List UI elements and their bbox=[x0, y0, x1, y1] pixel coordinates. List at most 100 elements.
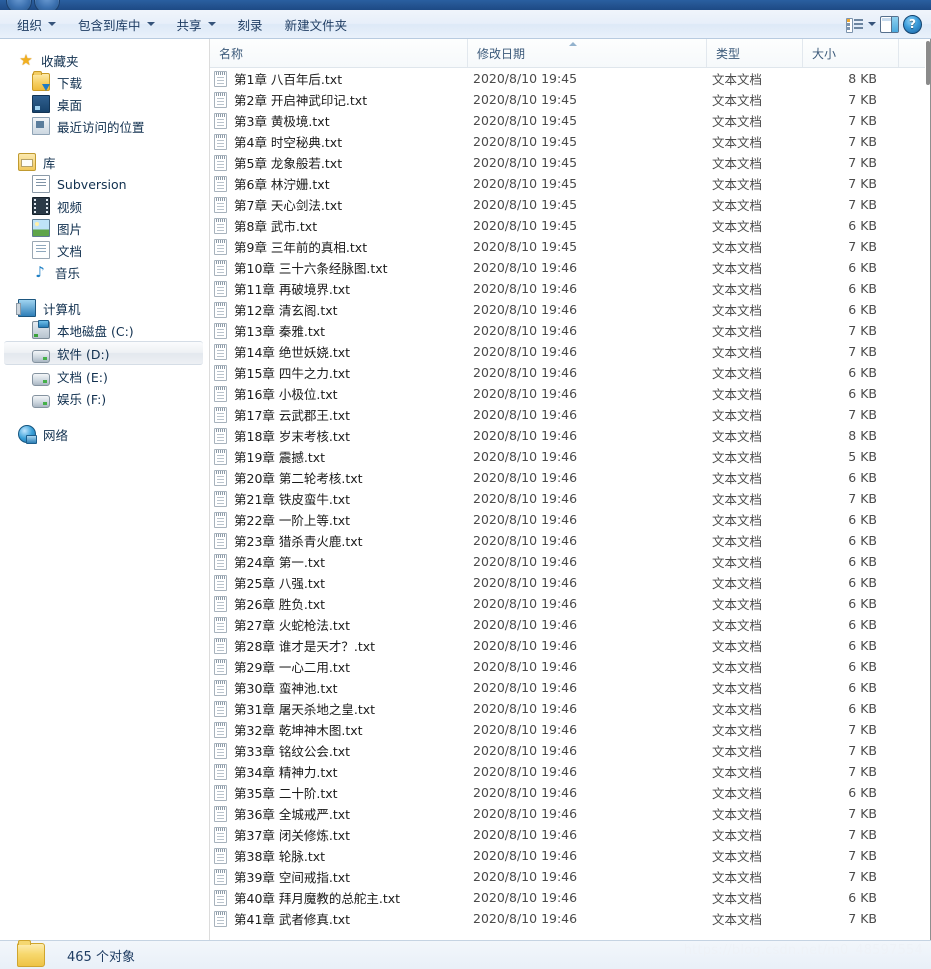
table-row[interactable]: 第16章 小极位.txt 2020/8/10 19:46 文本文档 6 KB bbox=[210, 383, 931, 404]
file-name-label: 第41章 武者修真.txt bbox=[234, 912, 351, 927]
video-icon bbox=[32, 197, 50, 215]
table-row[interactable]: 第23章 猎杀青火鹿.txt 2020/8/10 19:46 文本文档 6 KB bbox=[210, 530, 931, 551]
column-header-size[interactable]: 大小 bbox=[803, 39, 899, 67]
sidebar-item-desktop[interactable]: 桌面 bbox=[0, 93, 209, 115]
table-row[interactable]: 第1章 八百年后.txt 2020/8/10 19:45 文本文档 8 KB bbox=[210, 68, 931, 89]
sidebar-item-favorites[interactable]: ★ 收藏夹 bbox=[0, 49, 209, 71]
file-list[interactable]: 第1章 八百年后.txt 2020/8/10 19:45 文本文档 8 KB 第2章 开… bbox=[210, 68, 931, 940]
file-type-cell: 文本文档 bbox=[712, 576, 763, 591]
sidebar-item-drive-f[interactable]: 娱乐 (F:) bbox=[0, 387, 209, 409]
table-row[interactable]: 第20章 第二轮考核.txt 2020/8/10 19:46 文本文档 6 KB bbox=[210, 467, 931, 488]
table-row[interactable]: 第5章 龙象般若.txt 2020/8/10 19:45 文本文档 7 KB bbox=[210, 152, 931, 173]
file-size-cell: 7 KB bbox=[848, 764, 877, 779]
file-date-cell: 2020/8/10 19:46 bbox=[473, 470, 578, 485]
sidebar-item-videos[interactable]: 视频 bbox=[0, 195, 209, 217]
table-row[interactable]: 第29章 一心二用.txt 2020/8/10 19:46 文本文档 6 KB bbox=[210, 656, 931, 677]
column-header-date-modified[interactable]: 修改日期 bbox=[468, 39, 707, 67]
table-row[interactable]: 第38章 轮脉.txt 2020/8/10 19:46 文本文档 7 KB bbox=[210, 845, 931, 866]
table-row[interactable]: 第22章 一阶上等.txt 2020/8/10 19:46 文本文档 6 KB bbox=[210, 509, 931, 530]
file-name-cell: 第40章 拜月魔教的总舵主.txt bbox=[210, 888, 468, 907]
file-size-cell: 7 KB bbox=[848, 827, 877, 842]
text-file-icon bbox=[214, 196, 227, 213]
sidebar-item-pictures[interactable]: 图片 bbox=[0, 217, 209, 239]
table-row[interactable]: 第27章 火蛇枪法.txt 2020/8/10 19:46 文本文档 6 KB bbox=[210, 614, 931, 635]
table-row[interactable]: 第7章 天心剑法.txt 2020/8/10 19:45 文本文档 7 KB bbox=[210, 194, 931, 215]
table-row[interactable]: 第4章 时空秘典.txt 2020/8/10 19:45 文本文档 7 KB bbox=[210, 131, 931, 152]
navigation-pane[interactable]: ★ 收藏夹 下载 桌面 最近访问的位置 库 Subversion 视频 图片 文… bbox=[0, 39, 210, 940]
table-row[interactable]: 第40章 拜月魔教的总舵主.txt 2020/8/10 19:46 文本文档 6 KB bbox=[210, 887, 931, 908]
table-row[interactable]: 第39章 空间戒指.txt 2020/8/10 19:46 文本文档 7 KB bbox=[210, 866, 931, 887]
table-row[interactable]: 第18章 岁末考核.txt 2020/8/10 19:46 文本文档 8 KB bbox=[210, 425, 931, 446]
toolbar-button-include-in-library[interactable]: 包含到库中 bbox=[68, 13, 165, 36]
toolbar-button-burn[interactable]: 刻录 bbox=[228, 13, 273, 36]
text-file-icon bbox=[214, 889, 227, 906]
table-row[interactable]: 第19章 震撼.txt 2020/8/10 19:46 文本文档 5 KB bbox=[210, 446, 931, 467]
sidebar-item-libraries[interactable]: 库 bbox=[0, 151, 209, 173]
table-row[interactable]: 第21章 铁皮蛮牛.txt 2020/8/10 19:46 文本文档 7 KB bbox=[210, 488, 931, 509]
table-row[interactable]: 第17章 云武郡王.txt 2020/8/10 19:46 文本文档 7 KB bbox=[210, 404, 931, 425]
table-row[interactable]: 第14章 绝世妖娆.txt 2020/8/10 19:46 文本文档 7 KB bbox=[210, 341, 931, 362]
file-date-cell: 2020/8/10 19:45 bbox=[473, 176, 578, 191]
sidebar-item-documents[interactable]: 文档 bbox=[0, 239, 209, 261]
sidebar-item-drive-c[interactable]: 本地磁盘 (C:) bbox=[0, 319, 209, 341]
text-file-icon bbox=[214, 238, 227, 255]
chevron-down-icon[interactable] bbox=[868, 22, 876, 26]
table-row[interactable]: 第12章 清玄阁.txt 2020/8/10 19:46 文本文档 6 KB bbox=[210, 299, 931, 320]
file-date-cell: 2020/8/10 19:45 bbox=[473, 113, 578, 128]
file-name-label: 第4章 时空秘典.txt bbox=[234, 135, 343, 150]
table-row[interactable]: 第10章 三十六条经脉图.txt 2020/8/10 19:46 文本文档 6 KB bbox=[210, 257, 931, 278]
sidebar-item-music[interactable]: ♪ 音乐 bbox=[0, 261, 209, 283]
table-row[interactable]: 第9章 三年前的真相.txt 2020/8/10 19:45 文本文档 7 KB bbox=[210, 236, 931, 257]
file-type-cell: 文本文档 bbox=[712, 702, 763, 717]
file-date-cell: 2020/8/10 19:46 bbox=[473, 890, 578, 905]
sidebar-item-computer[interactable]: 计算机 bbox=[0, 297, 209, 319]
table-row[interactable]: 第24章 第一.txt 2020/8/10 19:46 文本文档 6 KB bbox=[210, 551, 931, 572]
file-name-label: 第38章 轮脉.txt bbox=[234, 849, 326, 864]
file-name-cell: 第25章 八强.txt bbox=[210, 573, 468, 592]
table-row[interactable]: 第15章 四牛之力.txt 2020/8/10 19:46 文本文档 6 KB bbox=[210, 362, 931, 383]
table-row[interactable]: 第37章 闭关修炼.txt 2020/8/10 19:46 文本文档 7 KB bbox=[210, 824, 931, 845]
table-row[interactable]: 第3章 黄极境.txt 2020/8/10 19:45 文本文档 7 KB bbox=[210, 110, 931, 131]
file-type-cell: 文本文档 bbox=[712, 618, 763, 633]
file-name-cell: 第14章 绝世妖娆.txt bbox=[210, 342, 468, 361]
table-row[interactable]: 第8章 武市.txt 2020/8/10 19:45 文本文档 6 KB bbox=[210, 215, 931, 236]
table-row[interactable]: 第31章 屠天杀地之皇.txt 2020/8/10 19:46 文本文档 6 KB bbox=[210, 698, 931, 719]
table-row[interactable]: 第34章 精神力.txt 2020/8/10 19:46 文本文档 7 KB bbox=[210, 761, 931, 782]
file-date-cell: 2020/8/10 19:46 bbox=[473, 701, 578, 716]
table-row[interactable]: 第25章 八强.txt 2020/8/10 19:46 文本文档 6 KB bbox=[210, 572, 931, 593]
sidebar-label-pictures: 图片 bbox=[57, 221, 83, 237]
toolbar-button-organize[interactable]: 组织 bbox=[7, 13, 66, 36]
table-row[interactable]: 第30章 蛮神池.txt 2020/8/10 19:46 文本文档 6 KB bbox=[210, 677, 931, 698]
forward-button[interactable] bbox=[34, 0, 60, 10]
sidebar-item-drive-d[interactable]: 软件 (D:) bbox=[4, 341, 203, 365]
column-header-type[interactable]: 类型 bbox=[707, 39, 803, 67]
file-name-label: 第22章 一阶上等.txt bbox=[234, 513, 351, 528]
file-size-cell: 7 KB bbox=[848, 239, 877, 254]
table-row[interactable]: 第41章 武者修真.txt 2020/8/10 19:46 文本文档 7 KB bbox=[210, 908, 931, 929]
table-row[interactable]: 第2章 开启神武印记.txt 2020/8/10 19:45 文本文档 7 KB bbox=[210, 89, 931, 110]
table-row[interactable]: 第6章 林泞姗.txt 2020/8/10 19:45 文本文档 7 KB bbox=[210, 173, 931, 194]
column-header-name[interactable]: 名称 bbox=[210, 39, 468, 67]
sidebar-item-downloads[interactable]: 下载 bbox=[0, 71, 209, 93]
table-row[interactable]: 第11章 再破境界.txt 2020/8/10 19:46 文本文档 6 KB bbox=[210, 278, 931, 299]
help-icon[interactable]: ? bbox=[903, 14, 922, 34]
sidebar-item-drive-e[interactable]: 文档 (E:) bbox=[0, 365, 209, 387]
table-row[interactable]: 第13章 秦雅.txt 2020/8/10 19:46 文本文档 7 KB bbox=[210, 320, 931, 341]
sidebar-item-network[interactable]: 网络 bbox=[0, 423, 209, 445]
table-row[interactable]: 第35章 二十阶.txt 2020/8/10 19:46 文本文档 6 KB bbox=[210, 782, 931, 803]
toolbar-button-new-folder[interactable]: 新建文件夹 bbox=[275, 13, 358, 36]
file-type-cell: 文本文档 bbox=[712, 114, 763, 129]
table-row[interactable]: 第28章 谁才是天才？.txt 2020/8/10 19:46 文本文档 6 KB bbox=[210, 635, 931, 656]
table-row[interactable]: 第32章 乾坤神木图.txt 2020/8/10 19:46 文本文档 7 KB bbox=[210, 719, 931, 740]
toolbar-button-share-with[interactable]: 共享 bbox=[167, 13, 226, 36]
table-row[interactable]: 第26章 胜负.txt 2020/8/10 19:46 文本文档 6 KB bbox=[210, 593, 931, 614]
preview-pane-icon[interactable] bbox=[880, 15, 899, 33]
table-row[interactable]: 第36章 全城戒严.txt 2020/8/10 19:46 文本文档 7 KB bbox=[210, 803, 931, 824]
views-icon[interactable] bbox=[846, 17, 863, 33]
back-button[interactable] bbox=[6, 0, 32, 10]
sidebar-item-recent-places[interactable]: 最近访问的位置 bbox=[0, 115, 209, 137]
table-row[interactable]: 第33章 铭纹公会.txt 2020/8/10 19:46 文本文档 7 KB bbox=[210, 740, 931, 761]
sidebar-item-subversion[interactable]: Subversion bbox=[0, 173, 209, 195]
file-date-cell: 2020/8/10 19:46 bbox=[473, 617, 578, 632]
file-name-label: 第2章 开启神武印记.txt bbox=[234, 93, 368, 108]
